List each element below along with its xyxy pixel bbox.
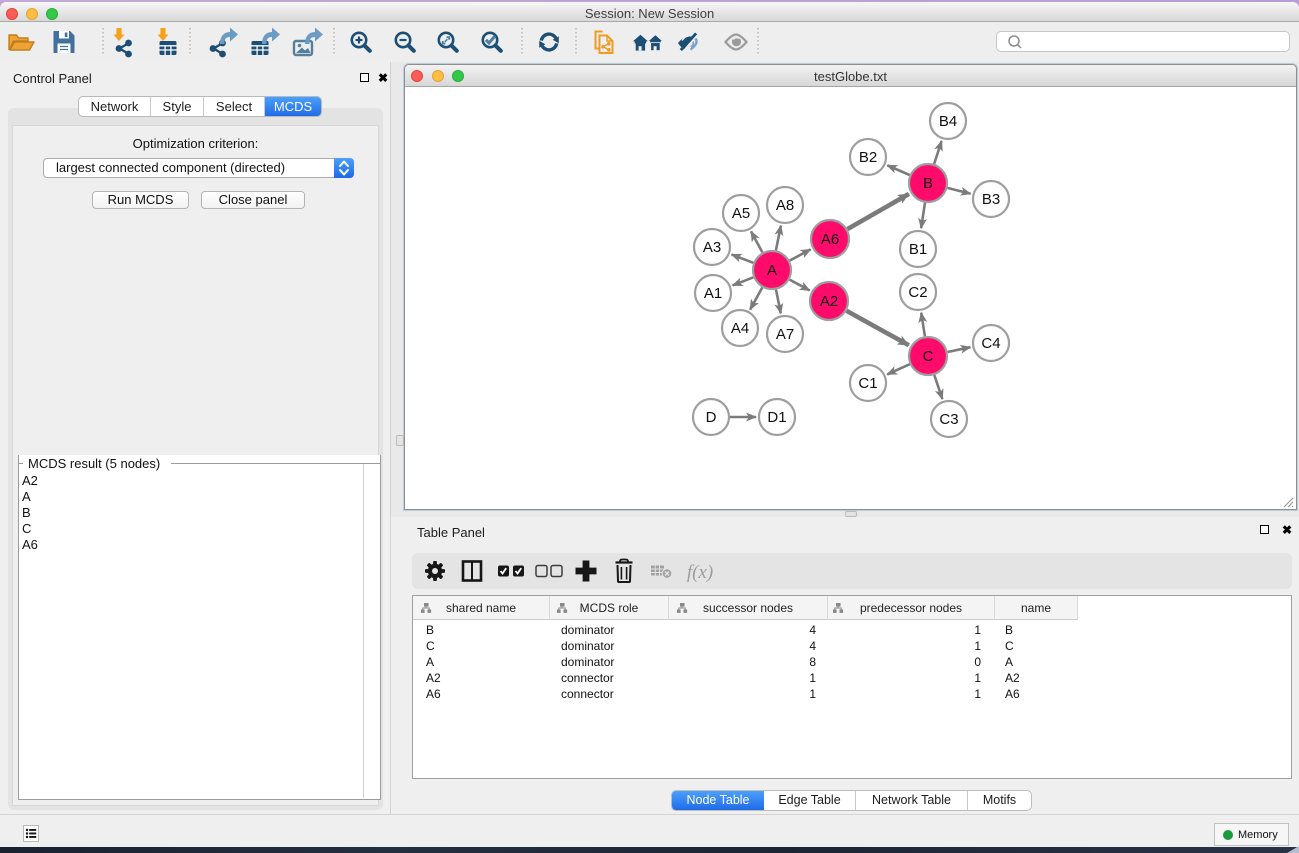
svg-text:A2: A2 [820,293,838,310]
svg-text:A4: A4 [731,320,749,337]
svg-text:D: D [706,409,717,426]
svg-text:A: A [767,262,777,279]
svg-text:A1: A1 [704,285,722,302]
svg-text:B: B [923,175,933,192]
svg-text:A7: A7 [776,326,794,343]
svg-text:B4: B4 [939,113,957,130]
svg-text:B1: B1 [909,241,927,258]
svg-text:A3: A3 [703,239,721,256]
svg-text:C4: C4 [981,335,1000,352]
svg-text:C: C [923,348,934,365]
svg-text:B2: B2 [859,149,877,166]
svg-text:C1: C1 [858,375,877,392]
svg-text:B3: B3 [982,191,1000,208]
svg-text:C3: C3 [939,411,958,428]
svg-text:D1: D1 [767,409,786,426]
svg-text:C2: C2 [908,284,927,301]
svg-text:A8: A8 [776,197,794,214]
svg-text:A6: A6 [821,231,839,248]
svg-text:f(x): f(x) [687,562,713,583]
svg-text:A5: A5 [732,205,750,222]
